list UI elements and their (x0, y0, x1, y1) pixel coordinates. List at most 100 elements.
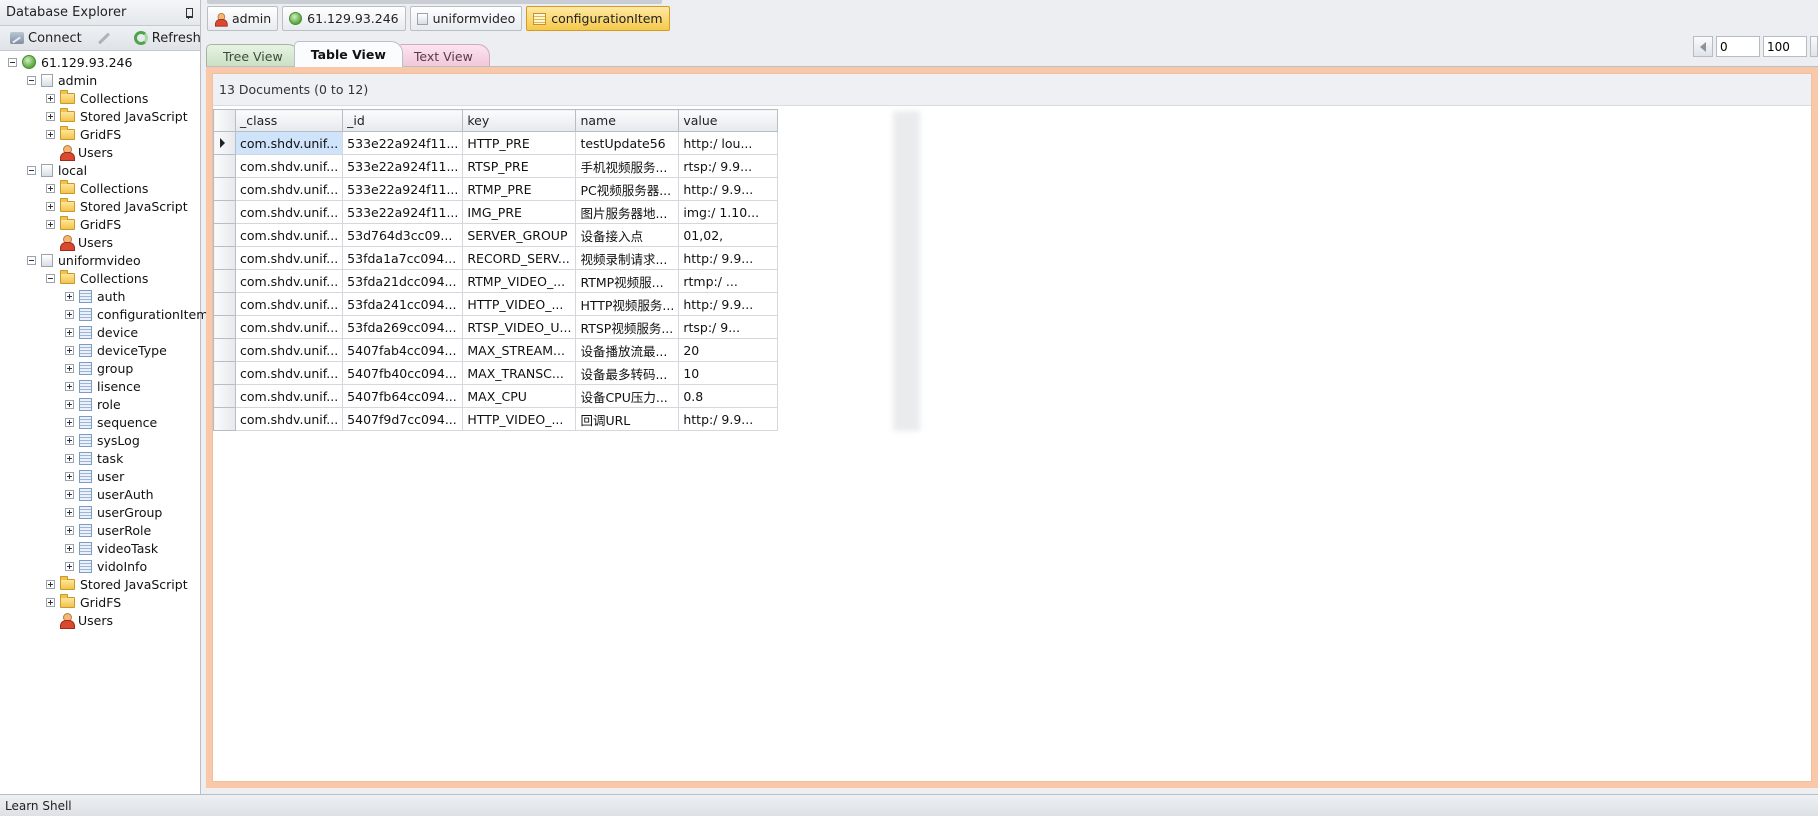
table-cell[interactable]: 图片服务器地... (575, 200, 680, 224)
tree-node-collections[interactable]: Collections (46, 179, 148, 197)
expand-icon[interactable] (46, 597, 55, 607)
next-page-button[interactable] (1810, 36, 1818, 57)
table-cell[interactable]: RECORD_SERV... (462, 246, 577, 270)
breadcrumb-61-129-93-246[interactable]: 61.129.93.246 (282, 6, 406, 31)
collapse-icon[interactable] (27, 255, 36, 265)
table-row[interactable]: com.shdv.unif... 533e22a924f11... RTMP_PRE… (213, 177, 779, 201)
table-cell[interactable]: com.shdv.unif... (234, 384, 344, 408)
table-cell[interactable]: com.shdv.unif... (234, 200, 344, 224)
tree-node-collections[interactable]: Collections (46, 269, 148, 287)
tree-node-local[interactable]: local (27, 161, 87, 179)
table-cell[interactable]: RTMP_PRE (462, 177, 577, 201)
expand-icon[interactable] (46, 579, 55, 589)
row-selector[interactable] (213, 269, 236, 293)
column-header-value[interactable]: value (678, 109, 779, 132)
table-cell[interactable]: 设备播放流最... (575, 338, 680, 362)
tree-node-stored-javascript[interactable]: Stored JavaScript (46, 575, 188, 593)
expand-icon[interactable] (65, 417, 74, 427)
table-cell[interactable]: 533e22a924f11... (342, 154, 464, 178)
row-selector[interactable] (213, 315, 236, 339)
tree-node-users[interactable]: Users (46, 233, 113, 251)
table-cell[interactable]: http:/ 9.9... (678, 177, 779, 201)
table-cell[interactable]: 0.8 (678, 384, 779, 408)
table-cell[interactable]: rtsp:/ 9... (678, 315, 779, 339)
tree-node-admin[interactable]: admin (27, 71, 97, 89)
table-cell[interactable]: http:/ 9.9... (678, 292, 779, 316)
table-cell[interactable]: 回调URL (575, 407, 680, 431)
tab-text-view[interactable]: Text View (396, 44, 490, 67)
table-cell[interactable]: com.shdv.unif... (234, 269, 344, 293)
table-cell[interactable]: rtmp:/ ... (678, 269, 779, 293)
tree-node-videotask[interactable]: videoTask (65, 539, 158, 557)
expand-icon[interactable] (65, 453, 74, 463)
table-cell[interactable]: 533e22a924f11... (342, 177, 464, 201)
expand-icon[interactable] (65, 435, 74, 445)
table-cell[interactable]: RTMP视频服... (575, 269, 680, 293)
expand-icon[interactable] (65, 525, 74, 535)
tree-node-device[interactable]: device (65, 323, 138, 341)
tab-table-view[interactable]: Table View (293, 41, 403, 67)
table-cell[interactable]: http:/ 9.9... (678, 246, 779, 270)
table-cell[interactable]: HTTP_VIDEO_... (462, 292, 577, 316)
table-cell[interactable]: rtsp:/ 9.9... (678, 154, 779, 178)
table-cell[interactable]: MAX_CPU (462, 384, 577, 408)
row-selector[interactable] (213, 338, 236, 362)
tree-node-task[interactable]: task (65, 449, 123, 467)
table-cell[interactable]: RTMP_VIDEO_... (462, 269, 577, 293)
expand-icon[interactable] (46, 201, 55, 211)
expand-icon[interactable] (65, 507, 74, 517)
tab-tree-view[interactable]: Tree View (206, 44, 300, 67)
table-cell[interactable]: 01,02, (678, 223, 779, 247)
table-cell[interactable]: 533e22a924f11... (342, 131, 464, 155)
table-cell[interactable]: 5407f9d7cc094... (342, 407, 464, 431)
expand-icon[interactable] (46, 93, 55, 103)
expand-icon[interactable] (65, 291, 74, 301)
table-cell[interactable]: com.shdv.unif... (234, 223, 344, 247)
table-row[interactable]: com.shdv.unif... 53fda269cc094... RTSP_VID… (213, 315, 779, 339)
table-cell[interactable]: 53fda1a7cc094... (342, 246, 464, 270)
table-cell[interactable]: com.shdv.unif... (234, 338, 344, 362)
table-cell[interactable]: 设备接入点 (575, 223, 680, 247)
table-cell[interactable]: HTTP_VIDEO_... (462, 407, 577, 431)
skip-input[interactable] (1716, 36, 1760, 57)
expand-icon[interactable] (65, 471, 74, 481)
tree-node-usergroup[interactable]: userGroup (65, 503, 162, 521)
breadcrumb-configurationitem[interactable]: configurationItem (526, 6, 670, 31)
collapse-icon[interactable] (46, 273, 55, 283)
table-cell[interactable]: http:/ 9.9... (678, 407, 779, 431)
table-row[interactable]: com.shdv.unif... 533e22a924f11... HTTP_PRE… (213, 131, 779, 155)
table-cell[interactable]: com.shdv.unif... (234, 131, 344, 155)
table-cell[interactable]: com.shdv.unif... (234, 407, 344, 431)
tree-node-auth[interactable]: auth (65, 287, 125, 305)
table-cell[interactable]: 20 (678, 338, 779, 362)
table-cell[interactable]: HTTP_PRE (462, 131, 577, 155)
row-selector[interactable] (213, 384, 236, 408)
table-cell[interactable]: http:/ lou... (678, 131, 779, 155)
column-header-id[interactable]: _id (342, 109, 464, 132)
table-cell[interactable]: 5407fb40cc094... (342, 361, 464, 385)
expand-icon[interactable] (46, 111, 55, 121)
breadcrumb-admin[interactable]: admin (207, 6, 279, 31)
table-cell[interactable]: com.shdv.unif... (234, 246, 344, 270)
tree-node-configurationitem[interactable]: configurationItem (65, 305, 208, 323)
tree-node-syslog[interactable]: sysLog (65, 431, 140, 449)
refresh-button[interactable]: Refresh (128, 29, 207, 48)
table-row[interactable]: com.shdv.unif... 533e22a924f11... IMG_PRE 图… (213, 200, 779, 224)
tree-node-vidoinfo[interactable]: vidoInfo (65, 557, 147, 575)
table-cell[interactable]: 手机视频服务... (575, 154, 680, 178)
expand-icon[interactable] (65, 561, 74, 571)
tree-node-gridfs[interactable]: GridFS (46, 125, 121, 143)
expand-icon[interactable] (65, 363, 74, 373)
table-cell[interactable]: IMG_PRE (462, 200, 577, 224)
expand-icon[interactable] (65, 345, 74, 355)
expand-icon[interactable] (65, 543, 74, 553)
table-row[interactable]: com.shdv.unif... 5407f9d7cc094... HTTP_VID… (213, 407, 779, 431)
table-cell[interactable]: SERVER_GROUP (462, 223, 577, 247)
row-selector[interactable] (213, 361, 236, 385)
row-selector[interactable] (213, 407, 236, 431)
table-cell[interactable]: MAX_STREAM... (462, 338, 577, 362)
tree-node-collections[interactable]: Collections (46, 89, 148, 107)
column-header-key[interactable]: key (462, 109, 577, 132)
table-cell[interactable]: HTTP视频服务... (575, 292, 680, 316)
tree-node-61-129-93-246[interactable]: 61.129.93.246 (8, 53, 132, 71)
